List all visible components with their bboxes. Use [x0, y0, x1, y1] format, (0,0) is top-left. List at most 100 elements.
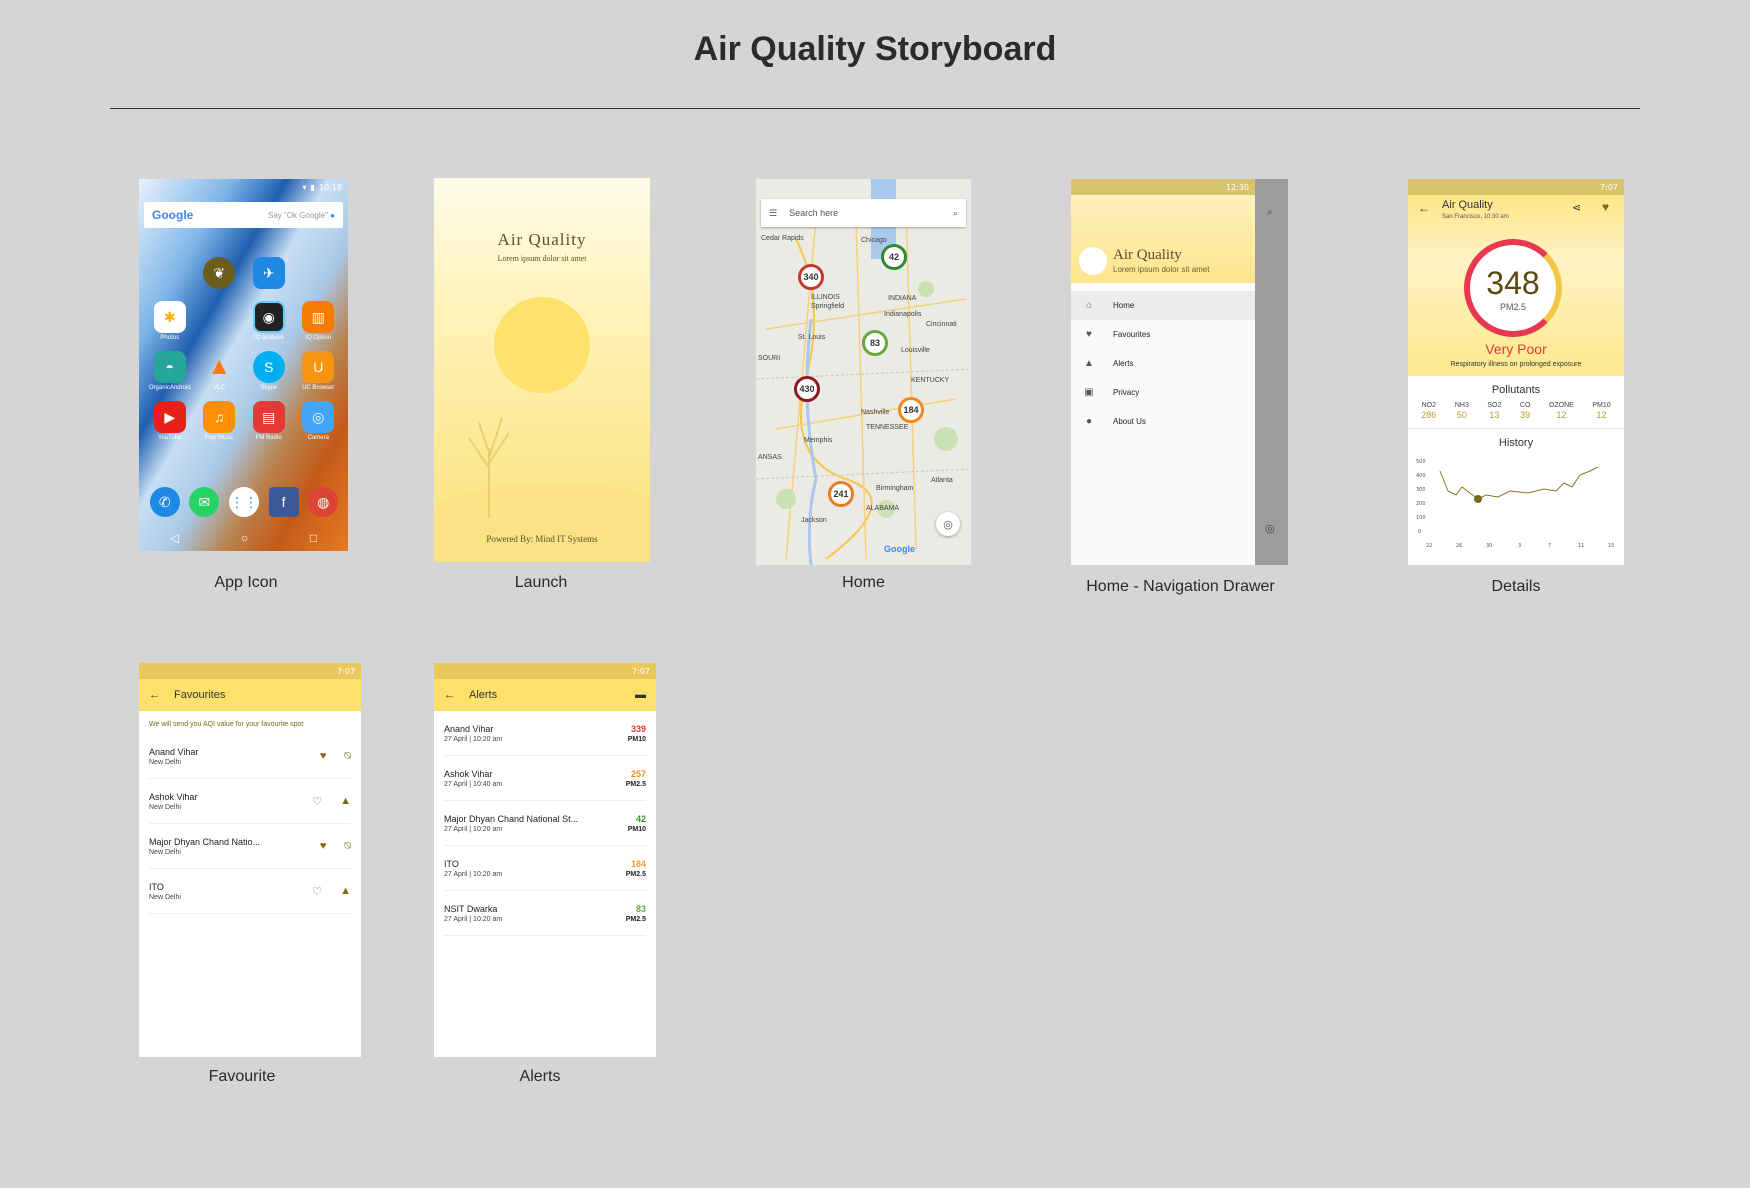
- x-tick: 30: [1486, 543, 1492, 549]
- search-input[interactable]: Search here: [789, 208, 941, 218]
- drawer-item-alerts[interactable]: ▲ Alerts: [1071, 349, 1255, 378]
- status-time: 7:07: [632, 666, 650, 676]
- app-grid: ❦ ✈ ✱ Photos ◉ IQ analysis ▥ IQ Option ◓ Org…: [145, 257, 343, 441]
- whatsapp-icon[interactable]: ✉: [189, 487, 220, 517]
- heart-outline-icon[interactable]: ♡: [312, 795, 322, 808]
- map-label: ALABAMA: [866, 505, 900, 512]
- heart-icon: ♥: [1086, 329, 1092, 340]
- bell-off-icon[interactable]: ⍉: [344, 840, 351, 853]
- app-drawer-icon[interactable]: ⋮⋮: [228, 487, 259, 517]
- drawer-item-about-us[interactable]: ● About Us: [1071, 407, 1255, 436]
- alert-row[interactable]: Major Dhyan Chand National St... 27 April…: [444, 801, 646, 846]
- share-icon[interactable]: ⋖: [1572, 201, 1581, 214]
- aqi-pin[interactable]: 241: [828, 481, 854, 507]
- map-label: SOURI: [758, 355, 781, 362]
- caption-launch: Launch: [514, 574, 568, 591]
- favourites-title: Favourites: [174, 689, 226, 701]
- drawer-item-favourites[interactable]: ♥ Favourites: [1071, 320, 1255, 349]
- aqi-pin[interactable]: 430: [794, 376, 820, 402]
- favourite-row[interactable]: Anand Vihar New Delhi ♥ ⍉: [149, 734, 351, 779]
- facebook-icon[interactable]: f: [268, 487, 299, 517]
- aqi-pin[interactable]: 83: [862, 330, 888, 356]
- google-attribution: Google: [884, 544, 915, 554]
- drawer-tagline: Lorem ipsum dolor sit amet: [1113, 265, 1210, 274]
- google-search-bar[interactable]: Google Say "Ok Google" ●: [144, 202, 343, 228]
- alerts-appbar: ← Alerts ▬: [434, 679, 656, 711]
- app-flight[interactable]: ✈: [244, 257, 294, 291]
- app-uc-browser[interactable]: U UC Browser: [294, 351, 344, 391]
- my-location-icon[interactable]: ◎: [936, 512, 960, 536]
- app-air-quality[interactable]: ❦: [195, 257, 245, 291]
- home-icon[interactable]: ○: [241, 531, 248, 545]
- back-arrow-icon[interactable]: ←: [444, 689, 455, 701]
- search-icon[interactable]: ⌕: [953, 208, 958, 219]
- bell-icon[interactable]: ▲: [340, 795, 351, 808]
- google-logo: Google: [152, 208, 194, 222]
- app-camera[interactable]: ◎ Camera: [294, 401, 344, 441]
- battery-icon: ▮: [310, 182, 315, 192]
- caption-app-icon: App Icon: [214, 574, 278, 591]
- bell-icon[interactable]: ▲: [340, 885, 351, 898]
- recents-icon[interactable]: □: [310, 531, 317, 545]
- status-bar: ▾ ▮ 10:18: [139, 179, 348, 195]
- aqi-pin[interactable]: 42: [881, 244, 907, 270]
- bell-off-icon[interactable]: ⍉: [344, 750, 351, 763]
- delete-icon[interactable]: ▬: [635, 689, 646, 701]
- alert-row[interactable]: Ashok Vihar 27 April | 10:40 am 257 PM2.5: [444, 756, 646, 801]
- caption-drawer: Home - Navigation Drawer: [1086, 578, 1275, 595]
- headphones-icon: ♫: [203, 401, 236, 433]
- navigation-drawer: 12:30 Air Quality Lorem ipsum dolor sit …: [1071, 179, 1255, 565]
- favourites-note: We will send you AQI value for your favo…: [149, 721, 304, 728]
- map-label: KENTUCKY: [911, 377, 950, 384]
- back-arrow-icon[interactable]: ←: [149, 689, 160, 701]
- map-label: Jackson: [801, 517, 827, 524]
- x-tick: 7: [1548, 543, 1551, 549]
- brand-tagline: Lorem ipsum dolor sit amet: [497, 254, 587, 263]
- heart-filled-icon[interactable]: ♥: [320, 840, 327, 853]
- search-icon[interactable]: ⌕: [1267, 207, 1273, 218]
- drawer-item-home[interactable]: ⌂ Home: [1071, 291, 1255, 320]
- drawer-brand: Air Quality: [1113, 247, 1182, 263]
- app-iq-analysis[interactable]: ◉ IQ analysis: [244, 301, 294, 341]
- back-icon[interactable]: ◁: [170, 531, 179, 545]
- caption-alerts: Alerts: [519, 1068, 561, 1085]
- chrome-icon[interactable]: ◍: [308, 487, 339, 517]
- alert-row[interactable]: ITO 27 April | 10:20 am 184 PM2.5: [444, 846, 646, 891]
- app-fm-radio[interactable]: ▤ FM Radio: [244, 401, 294, 441]
- details-header: 7:07 ← Air Quality San Francisco, 10:30 …: [1408, 179, 1624, 376]
- map-search-bar[interactable]: ☰ Search here ⌕: [761, 199, 966, 227]
- app-photos[interactable]: ✱ Photos: [145, 301, 195, 341]
- status-time: 10:18: [318, 182, 342, 192]
- status-bar: 7:07: [139, 663, 361, 679]
- app-skype[interactable]: S Skype: [244, 351, 294, 391]
- heart-outline-icon[interactable]: ♡: [312, 885, 322, 898]
- aqi-pin[interactable]: 184: [898, 397, 924, 423]
- status-time: 12:30: [1225, 182, 1249, 192]
- caption-favourite: Favourite: [208, 1068, 276, 1085]
- radio-icon: ▤: [252, 401, 285, 433]
- app-organic-android[interactable]: ◓ OrganicAndroid: [145, 351, 195, 391]
- skype-icon: S: [252, 351, 285, 383]
- menu-icon[interactable]: ☰: [769, 208, 777, 219]
- favourite-row[interactable]: ITO New Delhi ♡ ▲: [149, 869, 351, 914]
- map-label: Nashville: [861, 409, 890, 416]
- my-location-icon[interactable]: ◎: [1265, 522, 1275, 535]
- phone-icon[interactable]: ✆: [149, 487, 180, 517]
- aqi-pin[interactable]: 340: [798, 264, 824, 290]
- favourite-row[interactable]: Major Dhyan Chand Natio... New Delhi ♥ ⍉: [149, 824, 351, 869]
- app-youtube[interactable]: ▶ YouTube: [145, 401, 195, 441]
- app-vlc[interactable]: ▲ VLC: [195, 351, 245, 391]
- favourite-row[interactable]: Ashok Vihar New Delhi ♡ ▲: [149, 779, 351, 824]
- aqi-value: 348: [1486, 264, 1540, 301]
- heart-filled-icon[interactable]: ♥: [320, 750, 327, 763]
- details-subtitle: San Francisco, 10:30 am: [1442, 214, 1509, 220]
- map-label: Memphis: [804, 437, 833, 444]
- heart-icon[interactable]: ♥: [1602, 200, 1609, 214]
- drawer-item-privacy[interactable]: ▣ Privacy: [1071, 378, 1255, 407]
- back-arrow-icon[interactable]: ←: [1418, 201, 1430, 215]
- app-play-music[interactable]: ♫ Play Music: [195, 401, 245, 441]
- alert-row[interactable]: Anand Vihar 27 April | 10:20 am 339 PM10: [444, 711, 646, 756]
- alert-row[interactable]: NSIT Dwarka 27 April | 10:20 am 83 PM2.5: [444, 891, 646, 936]
- app-iq-option[interactable]: ▥ IQ Option: [294, 301, 344, 341]
- tree-illustration: [468, 417, 510, 518]
